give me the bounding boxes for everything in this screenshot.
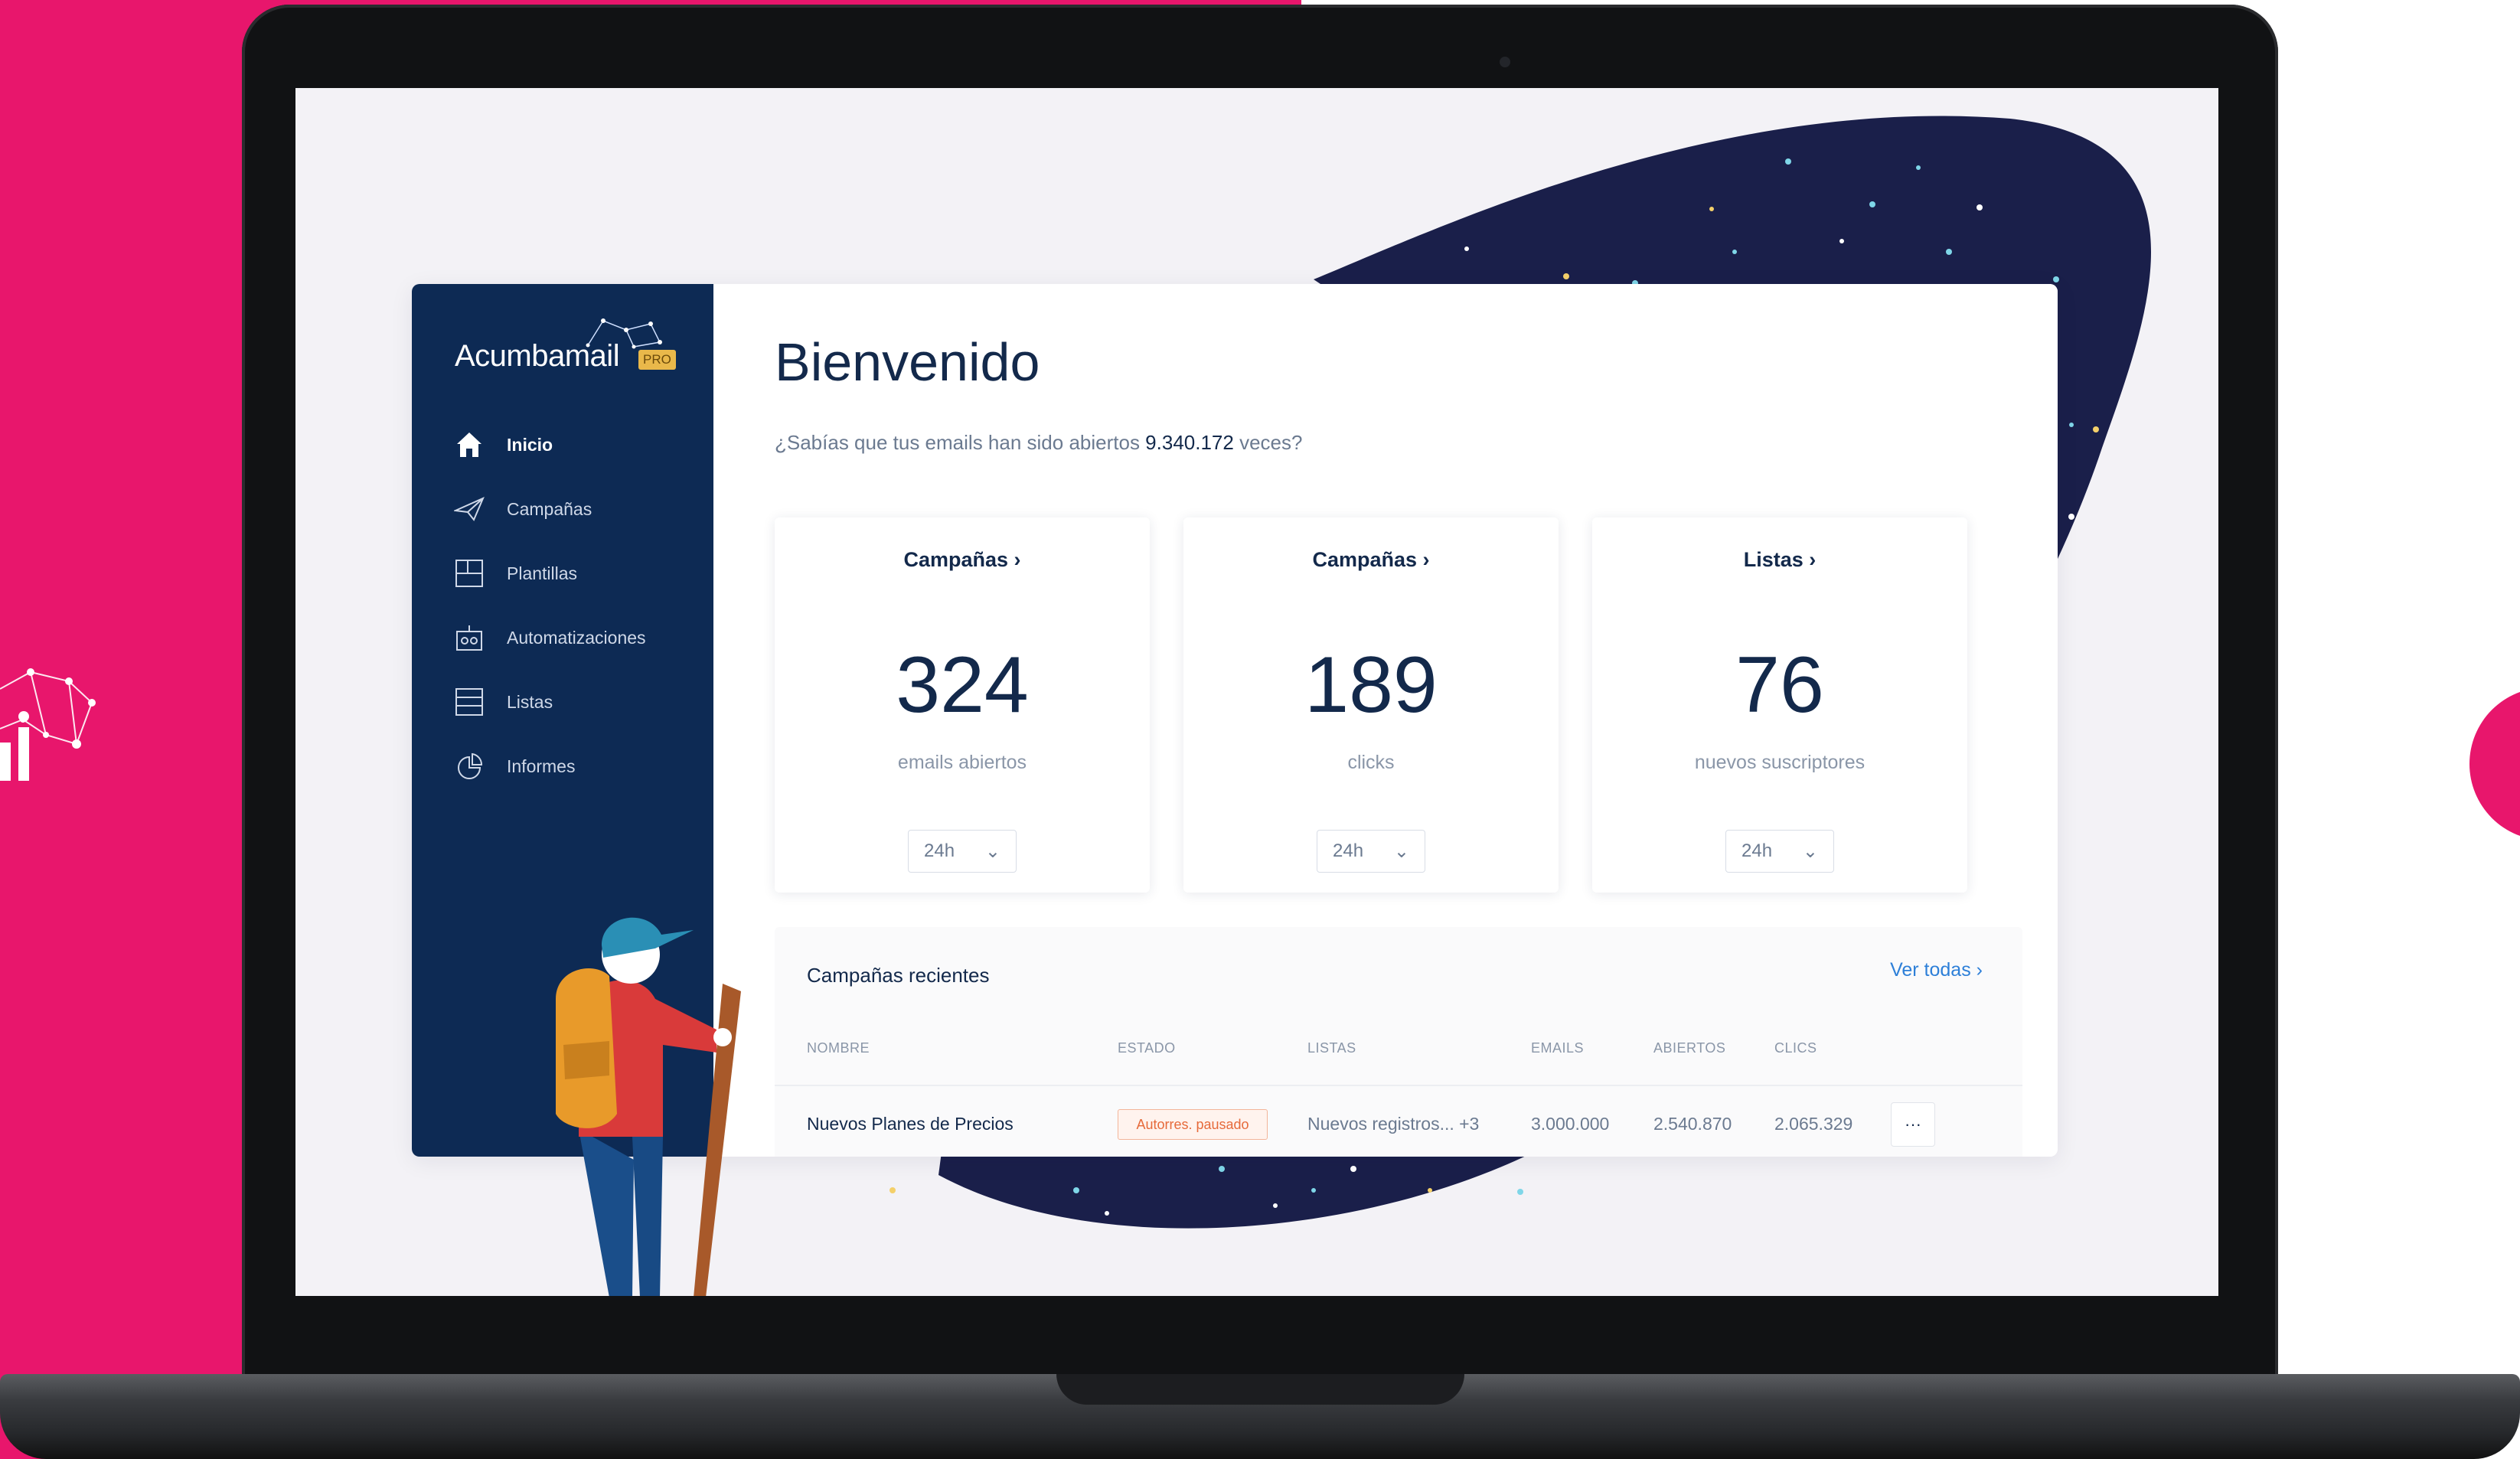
opens-summary: ¿Sabías que tus emails han sido abiertos… bbox=[775, 431, 1303, 454]
sidebar-item-automatizaciones[interactable]: Automatizaciones bbox=[453, 605, 646, 670]
column-header: CLICS bbox=[1774, 1040, 1817, 1056]
camera-icon bbox=[1500, 57, 1510, 67]
stat-card-emails-abiertos: Campañas › 324 emails abiertos 24h ⌄ bbox=[775, 517, 1150, 893]
column-header: NOMBRE bbox=[807, 1040, 870, 1056]
sidebar-item-label: Informes bbox=[507, 756, 576, 776]
sidebar-item-label: Listas bbox=[507, 691, 553, 712]
sidebar-item-campanas[interactable]: Campañas bbox=[453, 477, 646, 541]
campaign-emails: 3.000.000 bbox=[1531, 1114, 1610, 1134]
sidebar-item-inicio[interactable]: Inicio bbox=[453, 413, 646, 477]
stat-label: clicks bbox=[1347, 752, 1395, 773]
campaign-clicks: 2.065.329 bbox=[1774, 1114, 1853, 1134]
stat-label: emails abiertos bbox=[897, 752, 1027, 773]
column-header: LISTAS bbox=[1307, 1040, 1356, 1056]
sidebar-item-plantillas[interactable]: Plantillas bbox=[453, 541, 646, 605]
pro-badge: PRO bbox=[638, 350, 676, 370]
section-title: Campañas recientes bbox=[807, 964, 990, 987]
recent-campaigns-panel: Campañas recientes Ver todas › NOMBRE ES… bbox=[775, 927, 2022, 1157]
app-screen: Acumbamail PRO Inicio Campañas Plantilla… bbox=[295, 88, 2218, 1296]
sidebar-item-label: Automatizaciones bbox=[507, 627, 646, 648]
robot-icon bbox=[453, 622, 485, 654]
stat-card-link[interactable]: Listas › bbox=[1592, 548, 1967, 572]
row-actions-button[interactable]: ··· bbox=[1891, 1102, 1935, 1147]
report-icon bbox=[453, 750, 485, 782]
column-header: ABIERTOS bbox=[1653, 1040, 1726, 1056]
stat-card-clicks: Campañas › 189 clicks 24h ⌄ bbox=[1183, 517, 1559, 893]
main-content: Bienvenido ¿Sabías que tus emails han si… bbox=[713, 284, 2058, 1157]
campaign-opened: 2.540.870 bbox=[1653, 1114, 1732, 1134]
campaign-lists: Nuevos registros... +3 bbox=[1307, 1114, 1480, 1134]
sidebar-item-informes[interactable]: Informes bbox=[453, 734, 646, 798]
total-opens-value: 9.340.172 bbox=[1145, 431, 1234, 454]
sidebar-item-label: Inicio bbox=[507, 434, 553, 455]
stat-value: 189 bbox=[1304, 641, 1438, 730]
period-select[interactable]: 24h ⌄ bbox=[908, 830, 1017, 873]
stat-label: nuevos suscriptores bbox=[1694, 752, 1866, 773]
template-icon bbox=[453, 557, 485, 589]
stat-card-link[interactable]: Campañas › bbox=[775, 548, 1150, 572]
status-badge: Autorres. pausado bbox=[1118, 1109, 1268, 1140]
constellation-logo-fragment bbox=[0, 668, 96, 781]
period-select[interactable]: 24h ⌄ bbox=[1317, 830, 1425, 873]
divider bbox=[775, 1085, 2022, 1086]
stat-value: 324 bbox=[896, 641, 1029, 730]
sidebar-item-listas[interactable]: Listas bbox=[453, 670, 646, 734]
sidebar-item-label: Campañas bbox=[507, 498, 592, 519]
stat-card-link[interactable]: Campañas › bbox=[1183, 548, 1559, 572]
period-select[interactable]: 24h ⌄ bbox=[1725, 830, 1834, 873]
view-all-link[interactable]: Ver todas › bbox=[1890, 959, 1983, 981]
list-icon bbox=[453, 686, 485, 718]
stat-value: 76 bbox=[1735, 641, 1824, 730]
column-header: ESTADO bbox=[1118, 1040, 1176, 1056]
campaign-name-link[interactable]: Nuevos Planes de Precios bbox=[807, 1114, 1014, 1134]
page-title: Bienvenido bbox=[775, 332, 1040, 392]
sidebar-nav: Inicio Campañas Plantillas Automatizacio… bbox=[453, 413, 646, 798]
laptop-notch bbox=[1056, 1374, 1464, 1405]
sidebar-item-label: Plantillas bbox=[507, 563, 578, 583]
hiker-illustration bbox=[556, 917, 741, 1296]
brand-name: Acumbamail bbox=[455, 339, 620, 373]
chevron-down-icon: ⌄ bbox=[1393, 840, 1409, 862]
paper-plane-icon bbox=[453, 493, 485, 525]
column-header: EMAILS bbox=[1531, 1040, 1585, 1056]
chevron-down-icon: ⌄ bbox=[1802, 840, 1818, 862]
home-icon bbox=[453, 429, 485, 461]
stat-card-suscriptores: Listas › 76 nuevos suscriptores 24h ⌄ bbox=[1592, 517, 1967, 893]
chevron-down-icon: ⌄ bbox=[984, 840, 1000, 862]
